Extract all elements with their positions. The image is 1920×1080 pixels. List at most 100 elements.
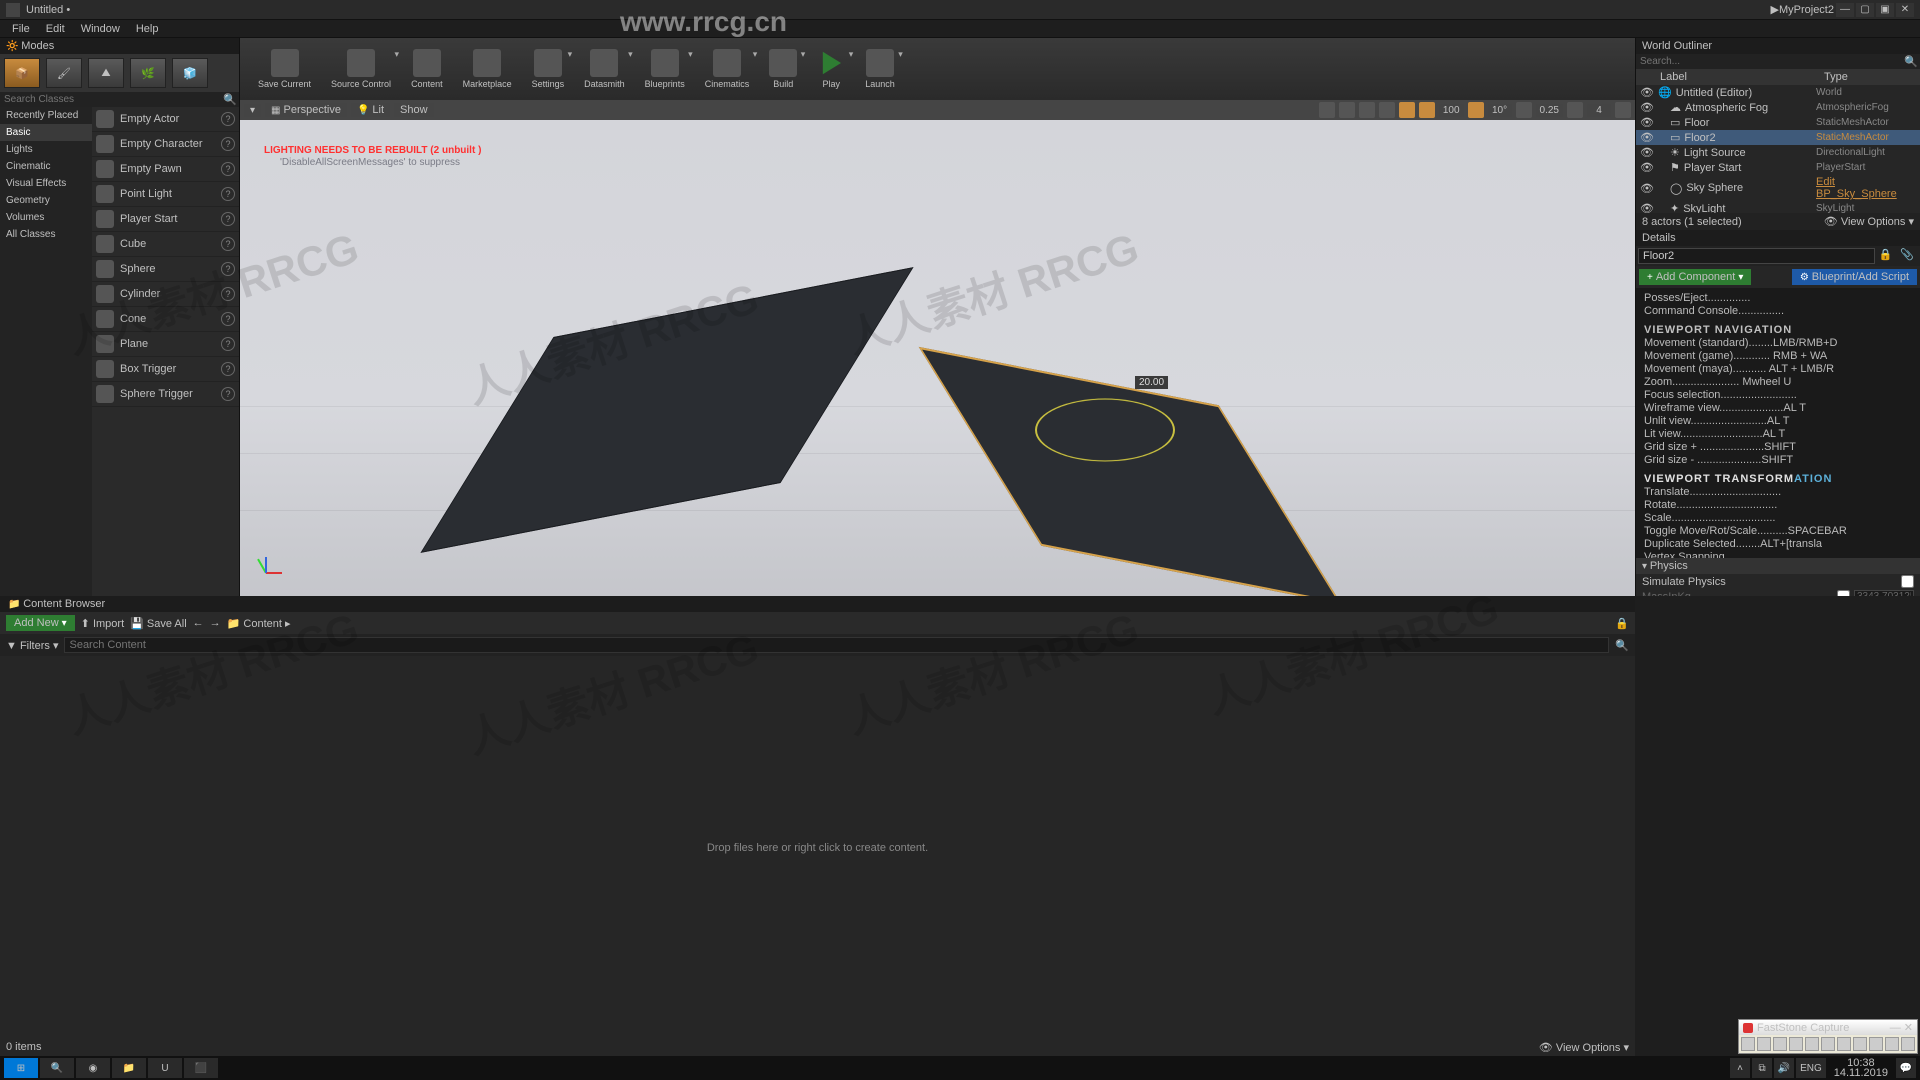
outliner-row[interactable]: 👁🌐Untitled (Editor)World — [1636, 85, 1920, 100]
actor-info-icon[interactable]: ? — [221, 112, 235, 126]
actor-item[interactable]: Empty Pawn? — [92, 157, 239, 182]
nav-back-button[interactable]: ← — [193, 617, 204, 629]
modes-cat[interactable]: Geometry — [0, 192, 92, 209]
faststone-taskbar-icon[interactable]: ⬛ — [184, 1058, 218, 1078]
angle-snap-icon[interactable] — [1468, 102, 1484, 118]
fs-fixed-icon[interactable] — [1837, 1037, 1851, 1051]
visibility-eye-icon[interactable]: 👁 — [1640, 161, 1652, 174]
outliner-view-options[interactable]: View Options — [1841, 216, 1906, 228]
mode-landscape-tab[interactable]: ⛰ — [88, 58, 124, 88]
ue-taskbar-icon[interactable]: U — [148, 1058, 182, 1078]
physics-input[interactable] — [1854, 590, 1914, 596]
content-browser-tab[interactable]: Content Browser — [23, 598, 105, 610]
toolbar-marketplace-button[interactable]: Marketplace — [453, 45, 522, 93]
modes-cat[interactable]: Visual Effects — [0, 175, 92, 192]
outliner-row[interactable]: 👁☁Atmospheric FogAtmosphericFog — [1636, 100, 1920, 115]
world-local-icon[interactable] — [1379, 102, 1395, 118]
mode-foliage-tab[interactable]: 🌿 — [130, 58, 166, 88]
fs-output-icon[interactable] — [1901, 1037, 1915, 1051]
taskbar-clock[interactable]: 10:3814.11.2019 — [1828, 1058, 1894, 1078]
menu-file[interactable]: File — [4, 23, 38, 35]
toolbar-content-button[interactable]: Content — [401, 45, 453, 93]
menu-window[interactable]: Window — [73, 23, 128, 35]
camera-speed-value[interactable]: 4 — [1587, 104, 1611, 117]
faststone-window[interactable]: FastStone Capture— ✕ — [1738, 1019, 1918, 1054]
col-label[interactable]: Label — [1656, 69, 1820, 85]
physics-check[interactable] — [1901, 575, 1914, 588]
tray-notifications-icon[interactable]: 💬 — [1896, 1058, 1916, 1078]
actor-info-icon[interactable]: ? — [221, 262, 235, 276]
actor-mobility-icon[interactable]: 🔒 — [1875, 248, 1897, 264]
outliner-row[interactable]: 👁☀Light SourceDirectionalLight — [1636, 145, 1920, 160]
chrome-icon[interactable]: ◉ — [76, 1058, 110, 1078]
rotation-gizmo-icon[interactable] — [1035, 398, 1175, 461]
content-empty-hint[interactable]: Drop files here or right click to create… — [0, 656, 1635, 1039]
toolbar-play-button[interactable]: Play▾ — [807, 45, 855, 93]
tray-lang[interactable]: ENG — [1796, 1058, 1826, 1078]
tray-up-icon[interactable]: ˄ — [1730, 1058, 1750, 1078]
add-component-button[interactable]: + Add Component ▾ — [1639, 269, 1751, 285]
fs-window-icon[interactable] — [1757, 1037, 1771, 1051]
actor-info-icon[interactable]: ? — [221, 212, 235, 226]
actor-browse-icon[interactable]: 📎 — [1896, 248, 1918, 264]
physics-header[interactable]: Physics — [1650, 560, 1688, 572]
fs-record-icon[interactable] — [1869, 1037, 1883, 1051]
fs-settings-icon[interactable] — [1885, 1037, 1899, 1051]
search-icon[interactable]: 🔍 — [1902, 55, 1920, 68]
translate-gizmo-icon[interactable] — [1319, 102, 1335, 118]
start-button[interactable]: ⊞ — [4, 1058, 38, 1078]
minimize-button[interactable]: — — [1836, 3, 1854, 17]
toolbar-save-current-button[interactable]: Save Current — [248, 45, 321, 93]
fs-freehand-icon[interactable] — [1789, 1037, 1803, 1051]
actor-item[interactable]: Empty Actor? — [92, 107, 239, 132]
visibility-eye-icon[interactable]: 👁 — [1640, 101, 1652, 114]
actor-item[interactable]: Box Trigger? — [92, 357, 239, 382]
actor-item[interactable]: Empty Character? — [92, 132, 239, 157]
visibility-eye-icon[interactable]: 👁 — [1640, 202, 1652, 213]
outliner-row[interactable]: 👁✦SkyLightSkyLight — [1636, 201, 1920, 213]
actor-info-icon[interactable]: ? — [221, 287, 235, 301]
actor-item[interactable]: Plane? — [92, 332, 239, 357]
maximize-button[interactable]: ▢ — [1856, 3, 1874, 17]
floor2-mesh-selected[interactable] — [919, 347, 1342, 596]
visibility-eye-icon[interactable]: 👁 — [1640, 131, 1652, 144]
viewport-options-menu[interactable]: ▾ — [244, 104, 261, 117]
search-icon[interactable]: 🔍 — [1615, 639, 1629, 652]
scale-snap-icon[interactable] — [1516, 102, 1532, 118]
actor-info-icon[interactable]: ? — [221, 362, 235, 376]
menu-edit[interactable]: Edit — [38, 23, 73, 35]
content-view-options[interactable]: View Options — [1556, 1042, 1621, 1054]
viewport[interactable]: LIGHTING NEEDS TO BE REBUILT (2 unbuilt … — [240, 120, 1635, 596]
angle-snap-value[interactable]: 10° — [1488, 104, 1512, 117]
viewport-lit[interactable]: 💡 Lit — [351, 103, 390, 117]
toolbar-blueprints-button[interactable]: Blueprints▾ — [635, 45, 695, 93]
search-taskbar-icon[interactable]: 🔍 — [40, 1058, 74, 1078]
toolbar-settings-button[interactable]: Settings▾ — [522, 45, 575, 93]
project-icon[interactable]: ▶ — [1771, 3, 1779, 16]
menu-help[interactable]: Help — [128, 23, 167, 35]
visibility-eye-icon[interactable]: 👁 — [1640, 86, 1652, 99]
actor-item[interactable]: Sphere Trigger? — [92, 382, 239, 407]
scale-snap-value[interactable]: 0.25 — [1536, 104, 1563, 117]
toolbar-datasmith-button[interactable]: Datasmith▾ — [574, 45, 635, 93]
tray-volume-icon[interactable]: 🔊 — [1774, 1058, 1794, 1078]
mode-geometry-tab[interactable]: 🧊 — [172, 58, 208, 88]
toolbar-source-control-button[interactable]: Source Control▾ — [321, 45, 401, 93]
actor-item[interactable]: Cone? — [92, 307, 239, 332]
actor-info-icon[interactable]: ? — [221, 387, 235, 401]
outliner-row[interactable]: 👁▭FloorStaticMeshActor — [1636, 115, 1920, 130]
actor-info-icon[interactable]: ? — [221, 187, 235, 201]
outliner-search-input[interactable] — [1636, 54, 1902, 69]
rotate-gizmo-icon[interactable] — [1339, 102, 1355, 118]
content-lock-icon[interactable]: 🔒 — [1615, 617, 1629, 630]
close-button[interactable]: ✕ — [1896, 3, 1914, 17]
add-new-button[interactable]: Add New ▾ — [6, 615, 75, 631]
fs-scroll-icon[interactable] — [1821, 1037, 1835, 1051]
visibility-eye-icon[interactable]: 👁 — [1640, 182, 1652, 195]
camera-speed-icon[interactable] — [1567, 102, 1583, 118]
col-type[interactable]: Type — [1820, 69, 1920, 85]
scale-gizmo-icon[interactable] — [1359, 102, 1375, 118]
actor-info-icon[interactable]: ? — [221, 237, 235, 251]
tray-network-icon[interactable]: ⧉ — [1752, 1058, 1772, 1078]
actor-item[interactable]: Point Light? — [92, 182, 239, 207]
